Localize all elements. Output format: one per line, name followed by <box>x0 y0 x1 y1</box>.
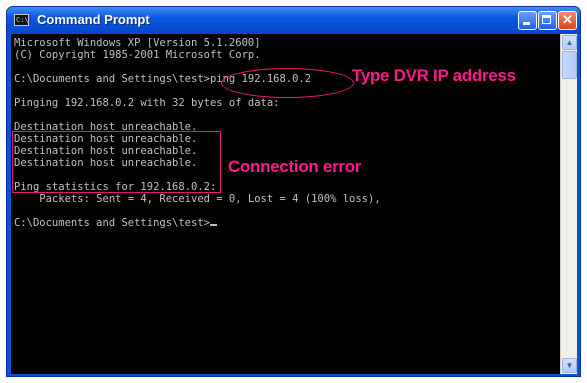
console-line: Microsoft Windows XP [Version 5.1.2600] <box>14 37 261 49</box>
console-line: Pinging 192.168.0.2 with 32 bytes of dat… <box>14 97 280 109</box>
scroll-thumb[interactable] <box>562 51 577 79</box>
vertical-scrollbar[interactable]: ▲ ▼ <box>560 34 577 374</box>
scroll-down-button[interactable]: ▼ <box>562 358 577 373</box>
console-line: Packets: Sent = 4, Received = 0, Lost = … <box>14 193 381 205</box>
prompt-text: C:\Documents and Settings\test> <box>14 217 210 229</box>
console-icon: C:\ <box>14 14 29 26</box>
console-prompt[interactable]: C:\Documents and Settings\test> <box>14 217 217 229</box>
connection-error-annotation: Connection error <box>228 157 362 176</box>
close-button[interactable]: ✕ <box>558 11 577 30</box>
ip-address-highlight <box>221 68 354 98</box>
error-highlight <box>12 131 221 193</box>
maximize-button[interactable] <box>538 11 557 30</box>
scroll-up-button[interactable]: ▲ <box>562 35 577 50</box>
maximize-icon <box>542 15 551 24</box>
title-bar[interactable]: C:\ Command Prompt ✕ <box>7 7 580 34</box>
console-line: (C) Copyright 1985-2001 Microsoft Corp. <box>14 49 261 61</box>
minimize-button[interactable] <box>518 11 537 30</box>
ip-address-annotation: Type DVR IP address <box>352 66 516 85</box>
text-cursor <box>209 224 217 226</box>
close-icon: ✕ <box>562 12 573 27</box>
minimize-icon <box>523 22 530 25</box>
window-title: Command Prompt <box>37 12 150 27</box>
